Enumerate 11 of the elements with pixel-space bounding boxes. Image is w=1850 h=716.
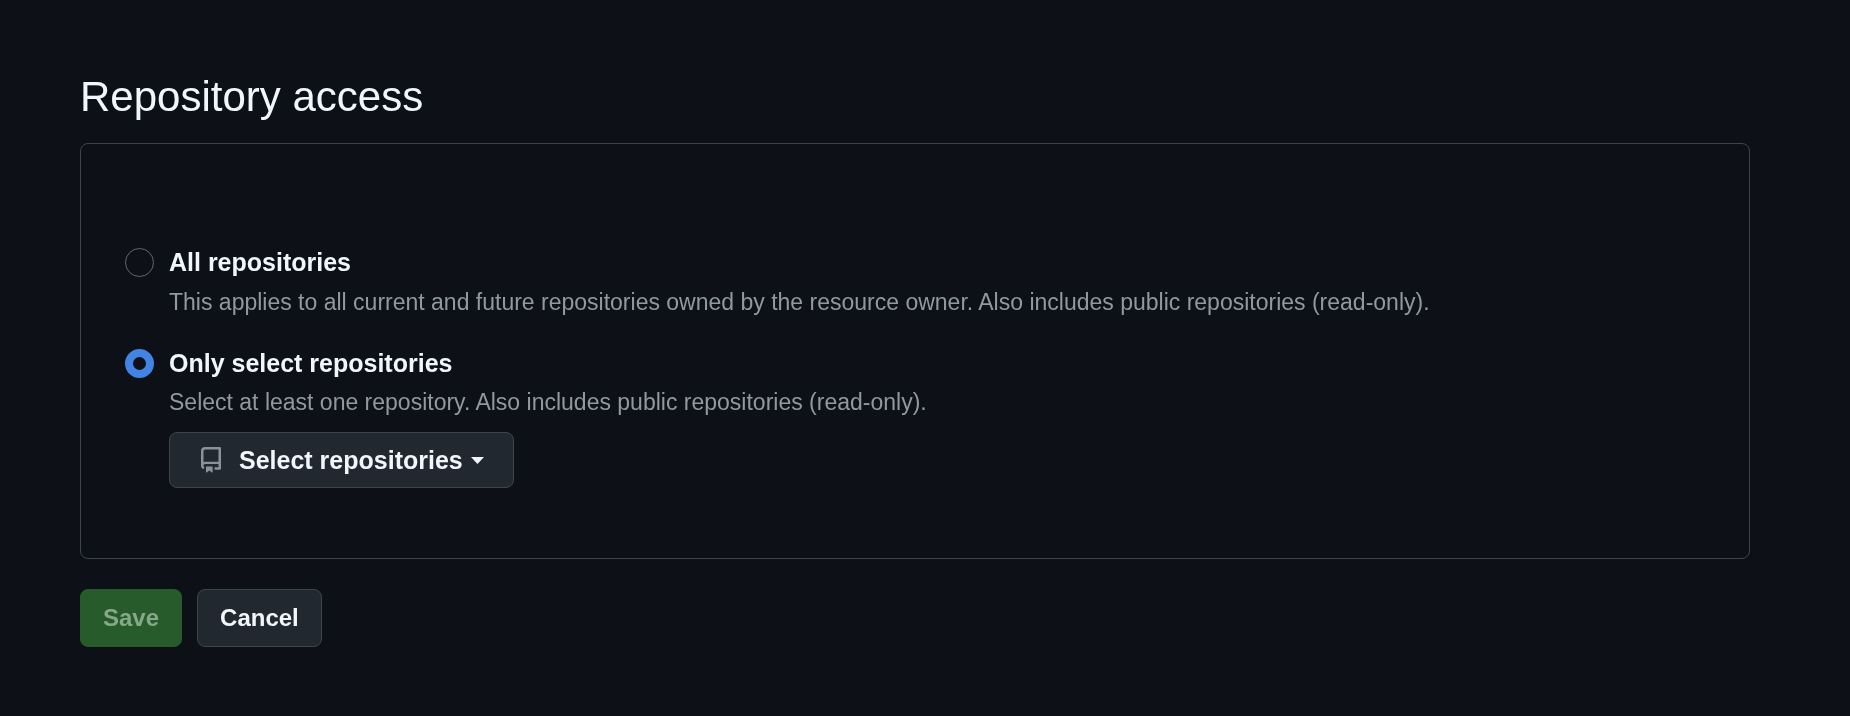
option-label[interactable]: All repositories	[169, 247, 351, 277]
radio-button[interactable]	[125, 348, 154, 378]
page-title: Repository access	[80, 72, 424, 122]
cancel-button[interactable]: Cancel	[197, 589, 322, 647]
book-icon	[201, 447, 221, 473]
select-repositories-dropdown[interactable]: Select repositories	[169, 432, 514, 488]
option-description: This applies to all current and future repositories owned by the resource owner. Also includes public repositories (read-only).	[169, 288, 1431, 316]
option-label[interactable]: Only select repositories	[169, 348, 453, 378]
option-description: Select at least one repository. Also includes public repositories (read-only).	[169, 388, 928, 416]
caret-icon	[470, 456, 484, 464]
radio-button[interactable]	[125, 247, 154, 277]
